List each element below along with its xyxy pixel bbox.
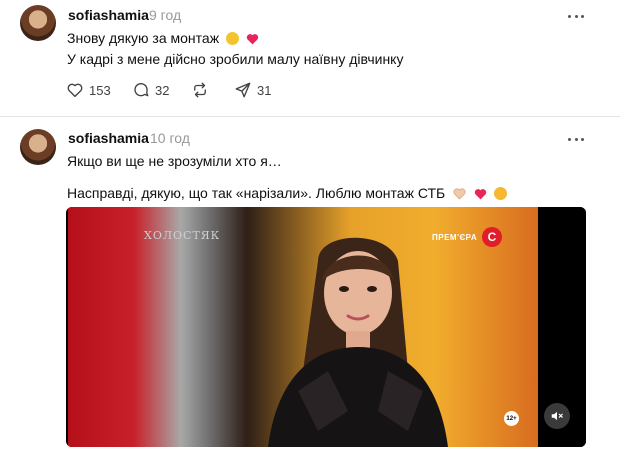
mute-button[interactable] <box>544 403 570 429</box>
age-rating-badge: 12+ <box>504 411 519 426</box>
post-text: Насправді, дякую, що так «нарізали». Люб… <box>67 185 446 201</box>
repost-icon <box>194 82 206 98</box>
heart-hands-emoji-icon <box>453 188 466 200</box>
share-count: 31 <box>257 82 272 98</box>
share-icon <box>235 82 251 98</box>
channel-logo: C <box>482 227 502 247</box>
premiere-label: ПРЕМ'ЄРА <box>432 233 478 242</box>
comment-icon <box>134 83 149 97</box>
show-logo: ХОЛОСТЯК <box>144 229 221 242</box>
grinning-emoji-icon <box>493 187 507 200</box>
repost-button[interactable] <box>191 80 209 100</box>
more-icon[interactable] <box>568 8 584 24</box>
video-player[interactable]: ХОЛОСТЯК ПРЕМ'ЄРА C 12+ <box>66 207 586 447</box>
share-button[interactable]: 31 <box>234 80 271 100</box>
hugging-emoji-icon <box>225 32 239 45</box>
username[interactable]: sofiashamia <box>68 130 149 146</box>
post-text-line: Знову дякую за монтаж <box>67 30 259 46</box>
like-button[interactable]: 153 <box>66 80 111 100</box>
more-icon[interactable] <box>568 131 584 147</box>
post-text-line: Насправді, дякую, що так «нарізали». Люб… <box>67 185 507 201</box>
avatar[interactable] <box>20 129 56 165</box>
heart-emoji-icon <box>474 189 487 200</box>
post-text-line: У кадрі з мене дійсно зробили малу наївн… <box>67 51 404 67</box>
post-2: sofiashamia 10 год Якщо ви ще не зрозумі… <box>0 117 620 460</box>
video-frame: ХОЛОСТЯК ПРЕМ'ЄРА C 12+ <box>68 207 538 447</box>
post-text: Знову дякую за монтаж <box>67 30 220 46</box>
heart-icon <box>67 83 83 98</box>
like-count: 153 <box>89 82 111 98</box>
username[interactable]: sofiashamia <box>68 7 149 23</box>
comment-button[interactable]: 32 <box>132 80 169 100</box>
post-text-line: Якщо ви ще не зрозуміли хто я… <box>67 153 282 169</box>
heart-emoji-icon <box>246 34 259 45</box>
woman-image <box>268 237 448 447</box>
post-1: sofiashamia 9 год Знову дякую за монтаж … <box>0 0 620 117</box>
comment-count: 32 <box>155 82 170 98</box>
avatar[interactable] <box>20 5 56 41</box>
timestamp[interactable]: 9 год <box>149 7 181 23</box>
timestamp[interactable]: 10 год <box>150 130 190 146</box>
mute-icon <box>551 411 563 421</box>
